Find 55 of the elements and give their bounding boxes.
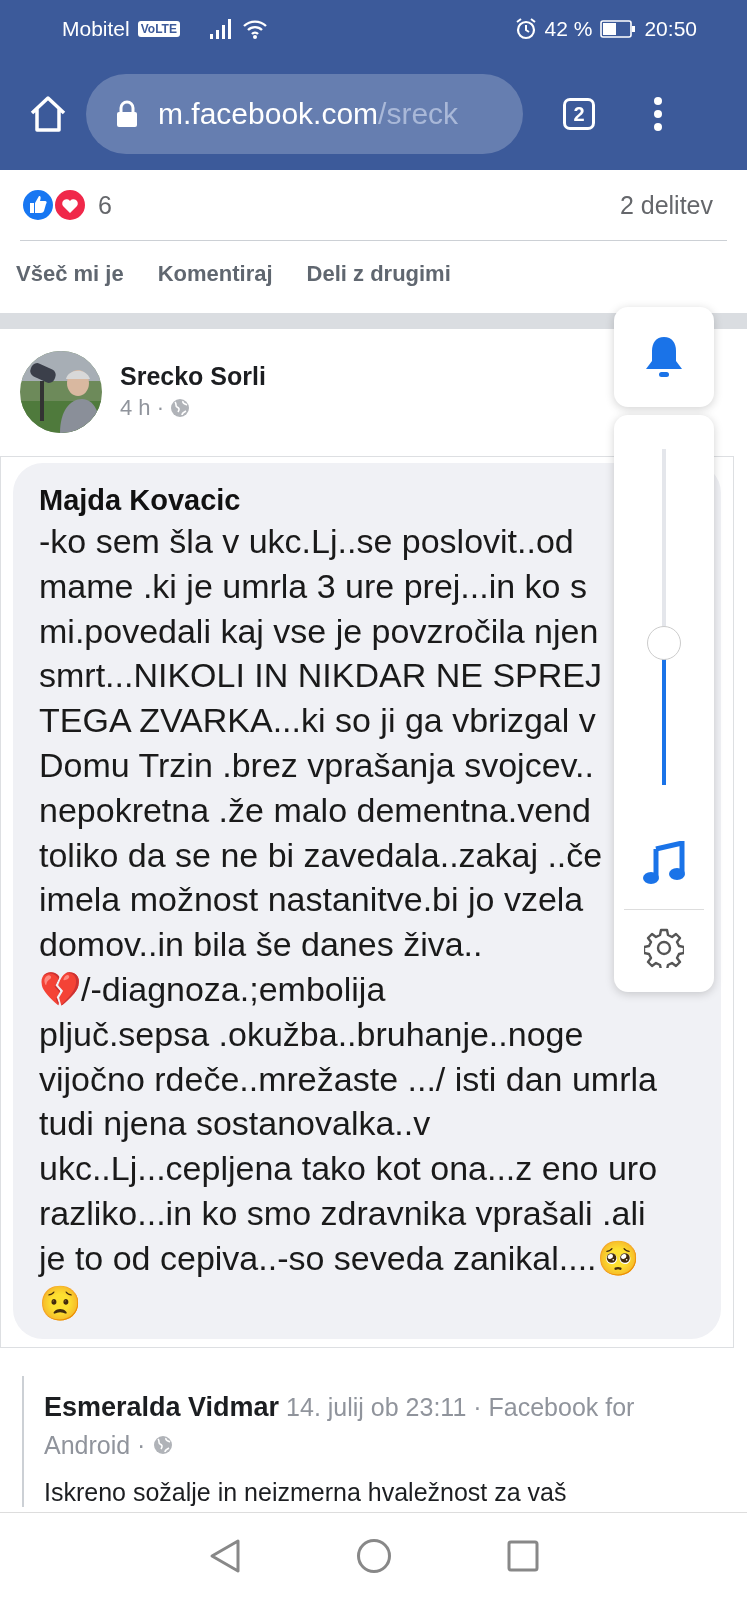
reaction-count: 6: [98, 190, 112, 220]
author-name[interactable]: Srecko Sorli: [120, 362, 266, 391]
comment-text-line: 😟: [39, 1282, 81, 1324]
settings-icon[interactable]: [644, 928, 684, 968]
bell-icon: [644, 334, 684, 380]
comment-text-line: je to od cepiva..-so seveda zanikal....🥺: [39, 1237, 639, 1279]
comment-text-line: toliko da se ne bi zavedala..zakaj ..če: [39, 834, 603, 876]
volte-badge: VoLTE: [137, 21, 180, 37]
notification-card[interactable]: [614, 307, 714, 407]
address-bar[interactable]: m.facebook.com/sreck: [86, 74, 523, 154]
comment-text-line: nepokretna .že malo dementna.vend: [39, 789, 591, 831]
comment-meta: Android ·: [44, 1430, 146, 1462]
alarm-icon: [514, 18, 537, 40]
comment-text-line: imela možnost nastanitve.bi jo vzela: [39, 879, 584, 921]
music-note-icon[interactable]: [642, 841, 686, 887]
comment-author: Majda Kovacic: [39, 483, 242, 518]
back-button[interactable]: [208, 1538, 241, 1574]
comment-text-line: mame .ki je umrla 3 ure prej...in ko s: [39, 565, 587, 607]
comment-text-line: 💔/-diagnoza.;embolija: [39, 968, 386, 1010]
comment-text-line: mi.povedali kaj vse je povzročila njen: [39, 610, 599, 652]
share-count[interactable]: 2 delitev: [619, 190, 713, 220]
comment-text-line: razliko...in ko smo zdravnika vprašali .ali: [39, 1192, 646, 1234]
carrier-name: Mobitel: [62, 17, 130, 41]
url-text: m.facebook.com/sreck: [158, 97, 459, 131]
action-button[interactable]: Komentiraj: [157, 261, 273, 287]
reaction-icons[interactable]: [20, 187, 88, 223]
comment-text: Iskreno sožalje in neizmerna hvaležnost za vaš: [44, 1478, 568, 1508]
comment-text-line: vijočno rdeče..mrežaste .../ isti dan umrla: [39, 1058, 657, 1100]
action-button[interactable]: Deli z drugimi: [306, 261, 451, 287]
battery-icon: [600, 20, 637, 38]
commenter-name[interactable]: Esmeralda Vidmar: [44, 1392, 280, 1423]
comment-text-line: domov..in bila še danes živa..: [39, 924, 483, 966]
comment-text-line: pljuč.sepsa .okužba..bruhanje..noge: [39, 1013, 584, 1055]
battery-percent: 42 %: [544, 17, 593, 41]
comment-text-line: tudi njena sostanovalka..v: [39, 1103, 431, 1145]
comment-text-line: ukc..Lj...cepljena tako kot ona...z eno uro: [39, 1148, 658, 1190]
lock-icon: [116, 100, 138, 128]
comment-text-line: smrt...NIKOLI IN NIKDAR NE SPREJ: [39, 655, 602, 697]
home-button[interactable]: [355, 1538, 392, 1574]
wifi-icon: [241, 18, 268, 40]
home-icon[interactable]: [28, 95, 68, 133]
globe-icon: [153, 1435, 174, 1456]
comment-meta: 14. julij ob 23:11 · Facebook for: [286, 1393, 635, 1422]
comment-text-line: TEGA ZVARKA...ki so ji ga vbrizgal v: [39, 700, 596, 742]
comment-text-line: Domu Trzin .brez vprašanja svojcev..: [39, 745, 594, 786]
action-button[interactable]: Všeč mi je: [16, 261, 124, 287]
post-time: 4 h ·: [120, 395, 165, 421]
menu-icon[interactable]: [653, 96, 663, 132]
comment-text-line: -ko sem šla v ukc.Lj..se poslovit..od: [39, 521, 574, 562]
recents-button[interactable]: [506, 1540, 539, 1572]
tab-count-button[interactable]: 2: [563, 98, 595, 130]
signal-icon: [209, 19, 234, 39]
clock-time: 20:50: [644, 17, 697, 41]
globe-icon: [170, 398, 191, 418]
slider-thumb[interactable]: [647, 626, 681, 661]
